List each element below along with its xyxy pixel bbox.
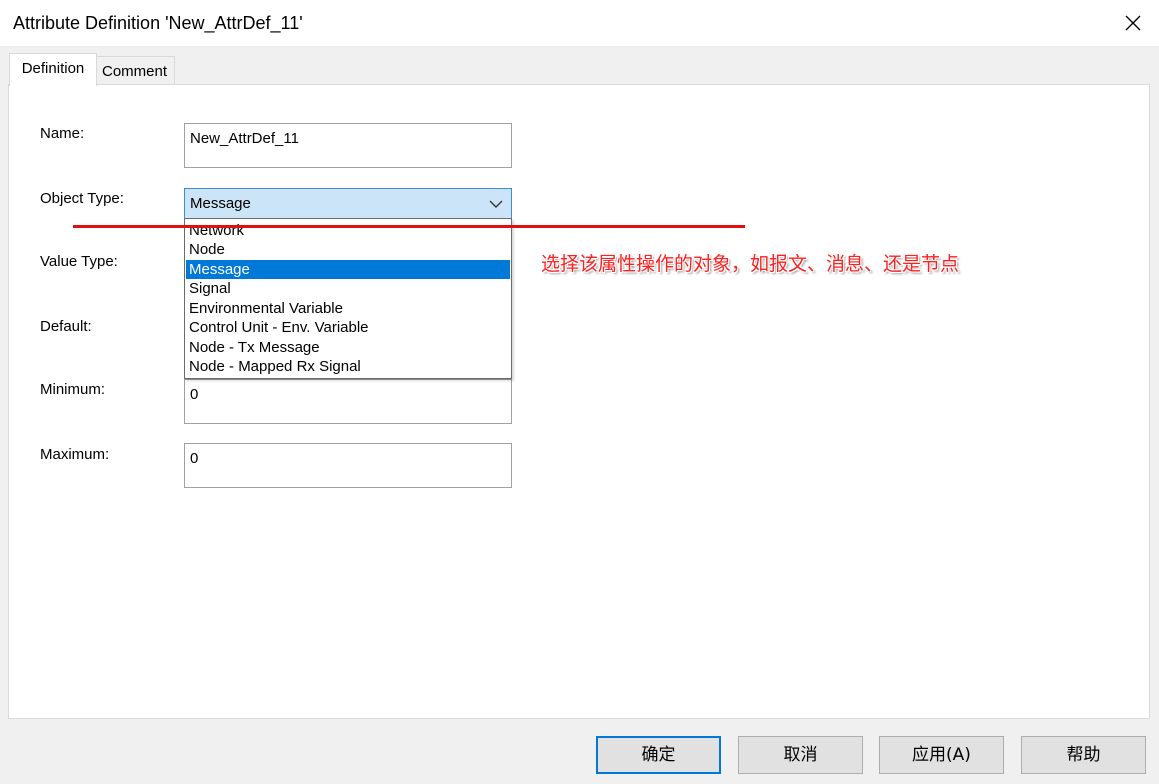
close-button[interactable] — [1113, 6, 1153, 40]
option-message[interactable]: Message — [186, 260, 510, 279]
tab-definition[interactable]: Definition — [9, 53, 97, 86]
default-label: Default: — [40, 318, 92, 335]
tab-definition-label: Definition — [21, 60, 85, 77]
name-field[interactable]: New_AttrDef_11 — [184, 123, 512, 168]
object-type-dropdown-list[interactable]: Network Node Message Signal Environmenta… — [184, 218, 512, 379]
value-type-label: Value Type: — [40, 253, 118, 270]
help-button[interactable]: 帮助 — [1021, 736, 1146, 774]
maximum-field[interactable]: 0 — [184, 443, 512, 488]
option-environmental-variable[interactable]: Environmental Variable — [186, 299, 510, 318]
option-control-unit-env-variable[interactable]: Control Unit - Env. Variable — [186, 318, 510, 337]
option-node[interactable]: Node — [186, 240, 510, 259]
option-node-tx-message[interactable]: Node - Tx Message — [186, 338, 510, 357]
maximum-label: Maximum: — [40, 446, 110, 463]
option-network[interactable]: Network — [186, 221, 510, 240]
close-icon — [1125, 15, 1141, 31]
window-title: Attribute Definition 'New_AttrDef_11' — [13, 13, 303, 33]
minimum-field-value: 0 — [190, 386, 199, 403]
title-bar: Attribute Definition 'New_AttrDef_11' — [0, 0, 1159, 46]
tab-comment[interactable]: Comment — [95, 56, 175, 85]
object-type-label: Object Type: — [40, 190, 124, 207]
cancel-button[interactable]: 取消 — [738, 736, 863, 774]
annotation-text: 选择该属性操作的对象，如报文、消息、还是节点 — [541, 253, 960, 275]
tab-comment-label: Comment — [101, 63, 168, 80]
minimum-label: Minimum: — [40, 381, 106, 398]
object-type-select[interactable]: Message — [184, 188, 512, 219]
object-type-value: Message — [190, 195, 251, 212]
option-node-mapped-rx-signal[interactable]: Node - Mapped Rx Signal — [186, 357, 510, 376]
maximum-field-value: 0 — [190, 450, 199, 467]
apply-button[interactable]: 应用(A) — [879, 736, 1004, 774]
chevron-down-icon — [489, 200, 503, 208]
name-field-value: New_AttrDef_11 — [190, 130, 299, 147]
name-label: Name: — [40, 125, 85, 142]
definition-panel — [8, 84, 1150, 719]
ok-button[interactable]: 确定 — [596, 736, 721, 774]
option-signal[interactable]: Signal — [186, 279, 510, 298]
minimum-field[interactable]: 0 — [184, 379, 512, 424]
annotation-line — [73, 225, 745, 228]
